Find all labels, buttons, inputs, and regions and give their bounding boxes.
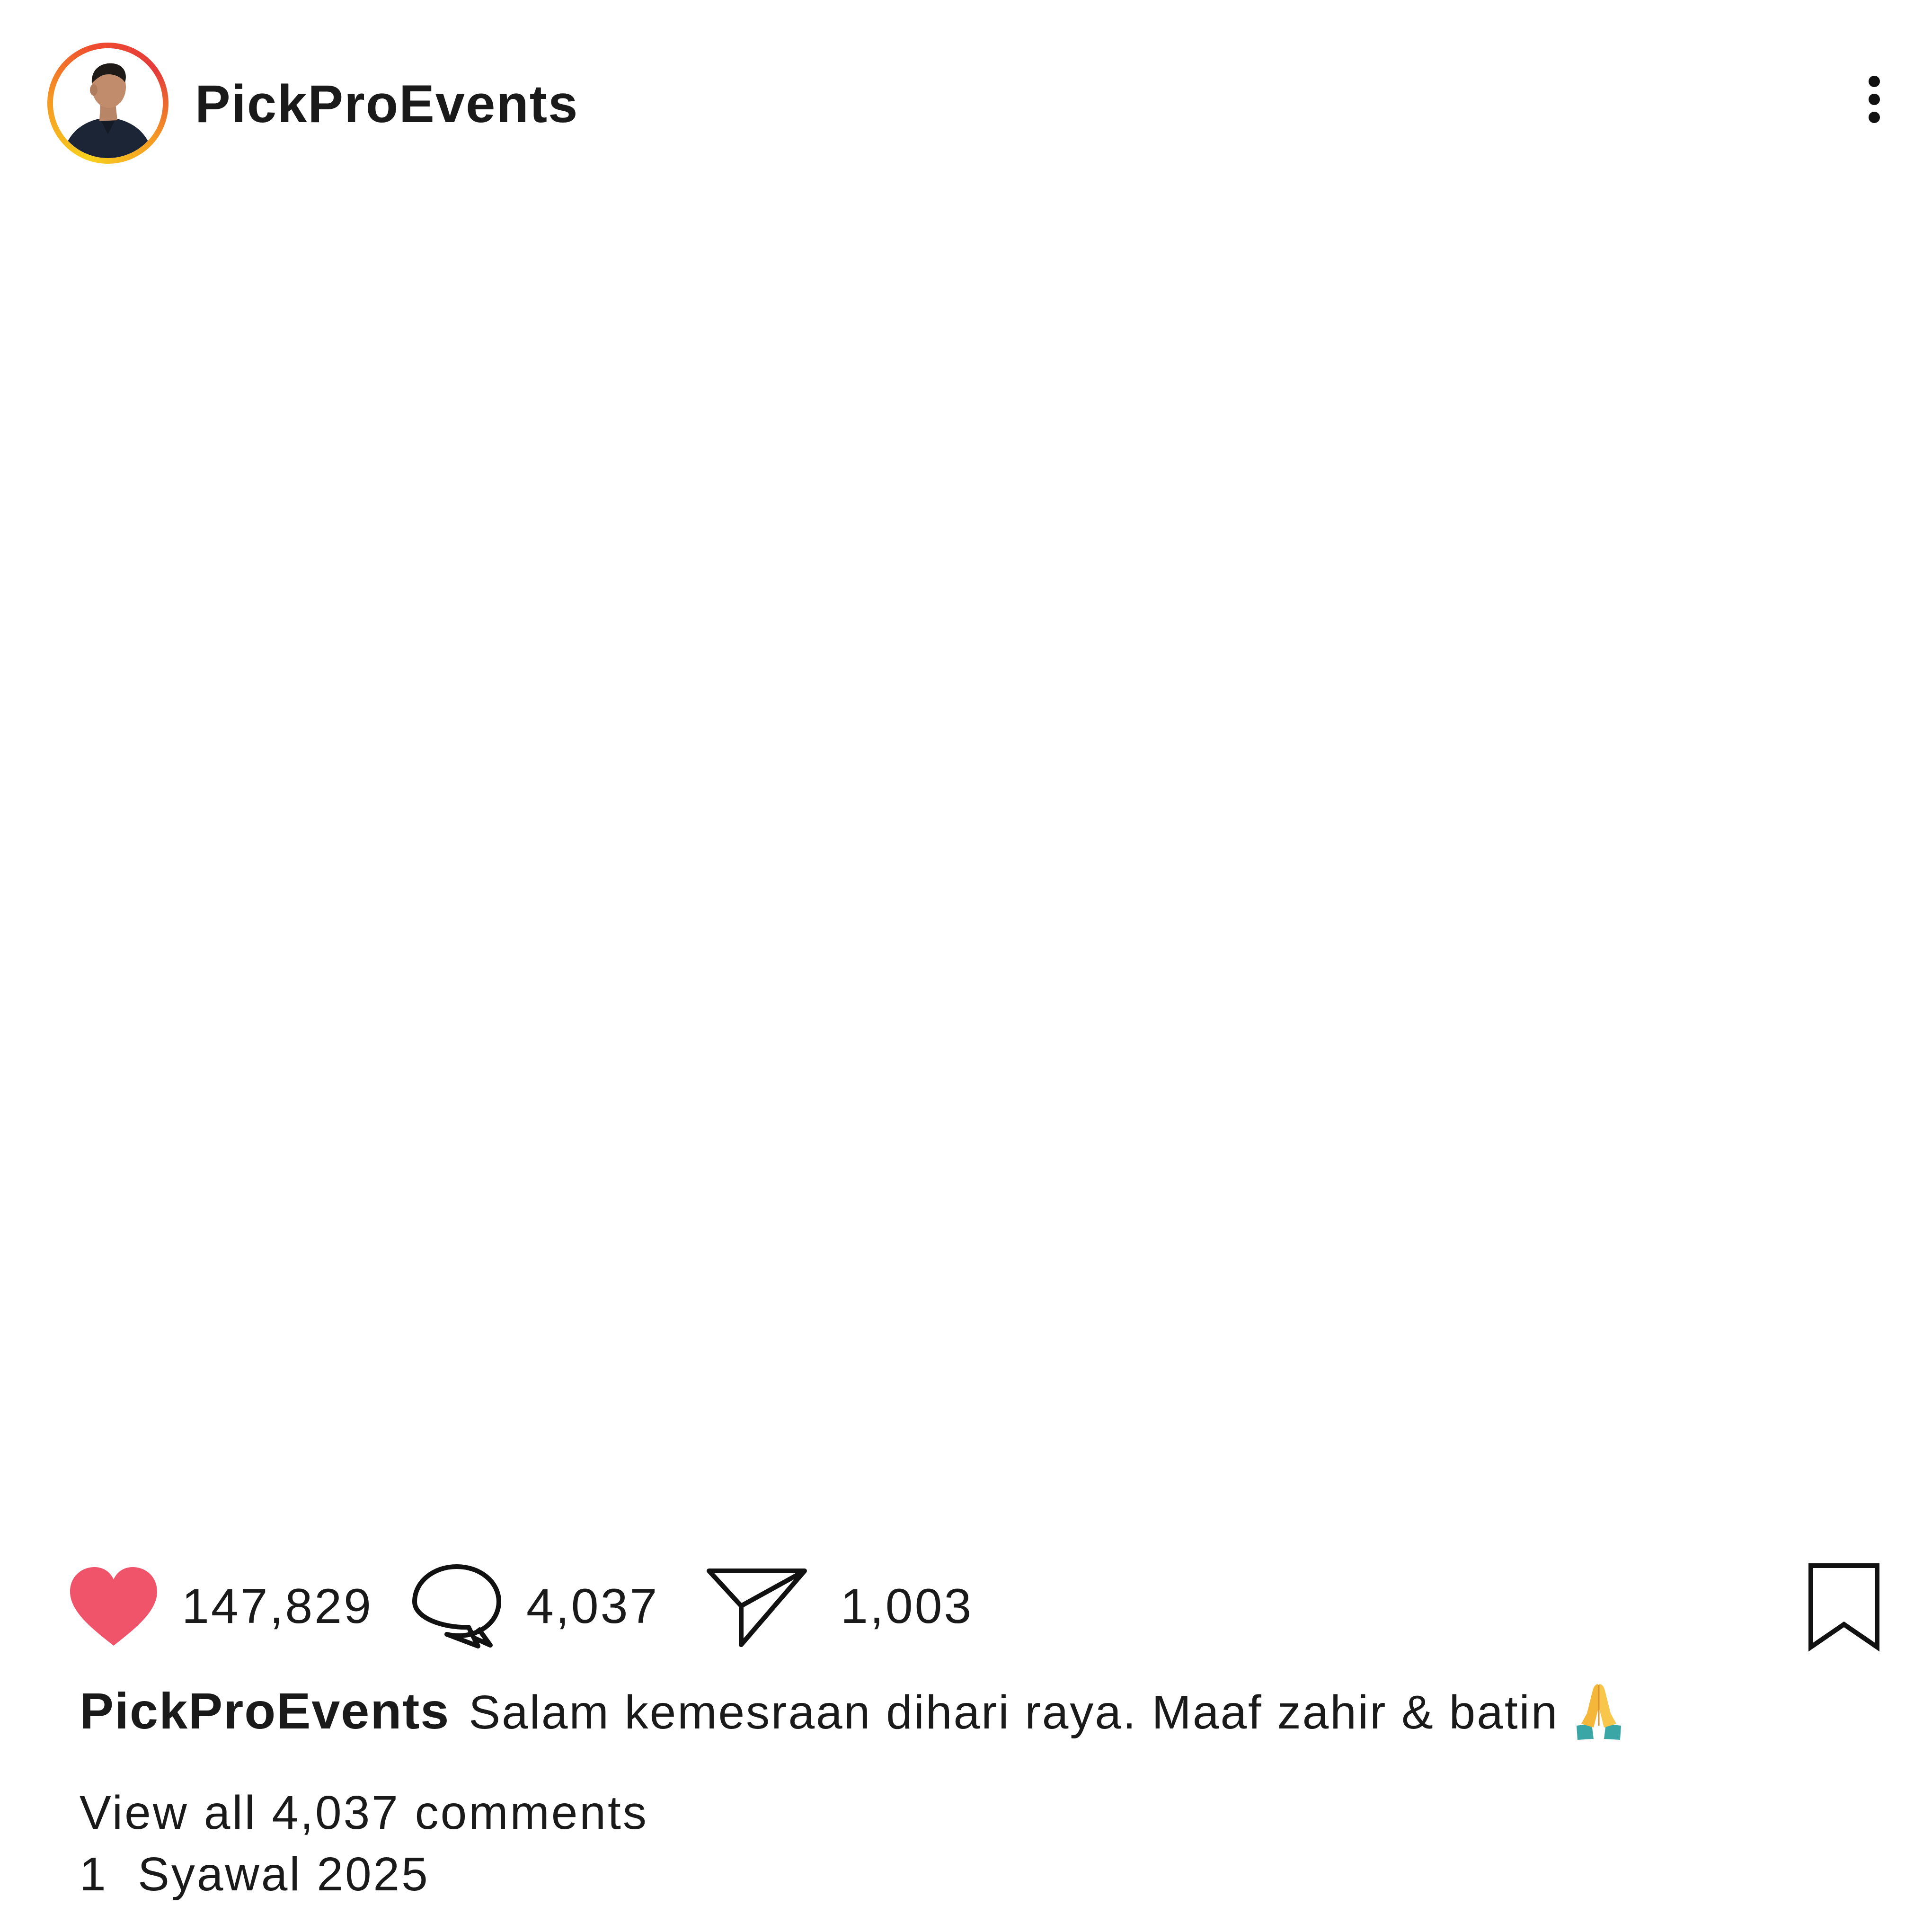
speech-bubble-icon <box>412 1564 501 1648</box>
action-bar: 147,829 4,037 1,003 <box>0 1533 1932 1675</box>
folded-hands-emoji-icon <box>1577 1684 1622 1740</box>
caption-username[interactable]: PickProEvents <box>80 1682 450 1739</box>
like-count[interactable]: 147,829 <box>182 1578 373 1635</box>
avatar[interactable] <box>53 48 163 158</box>
bookmark-icon <box>1808 1563 1879 1652</box>
post-media[interactable] <box>0 208 1932 1515</box>
paper-plane-icon <box>707 1569 807 1647</box>
instagram-post: PickProEvents 147,829 4,037 1,003 PickPr… <box>0 0 1932 1932</box>
share-count[interactable]: 1,003 <box>841 1578 973 1635</box>
post-date: 1 Syawal 2025 <box>80 1848 430 1901</box>
more-options-button[interactable] <box>1846 71 1903 128</box>
post-caption: PickProEvents Salam kemesraan dihari raya… <box>80 1680 1878 1743</box>
comment-button[interactable] <box>407 1562 506 1652</box>
heart-icon <box>70 1567 157 1646</box>
save-button[interactable] <box>1806 1562 1882 1652</box>
view-all-comments-link[interactable]: View all 4,037 comments <box>80 1784 648 1841</box>
post-header: PickProEvents <box>0 0 1932 208</box>
vertical-ellipsis-icon <box>1869 76 1880 123</box>
comment-count[interactable]: 4,037 <box>526 1578 659 1635</box>
story-ring[interactable] <box>47 43 168 164</box>
avatar-photo-icon <box>53 48 163 158</box>
share-button[interactable] <box>705 1564 809 1649</box>
like-button[interactable] <box>66 1564 161 1649</box>
post-username[interactable]: PickProEvents <box>195 76 578 133</box>
caption-text: Salam kemesraan dihari raya. Maaf zahir … <box>469 1686 1559 1739</box>
